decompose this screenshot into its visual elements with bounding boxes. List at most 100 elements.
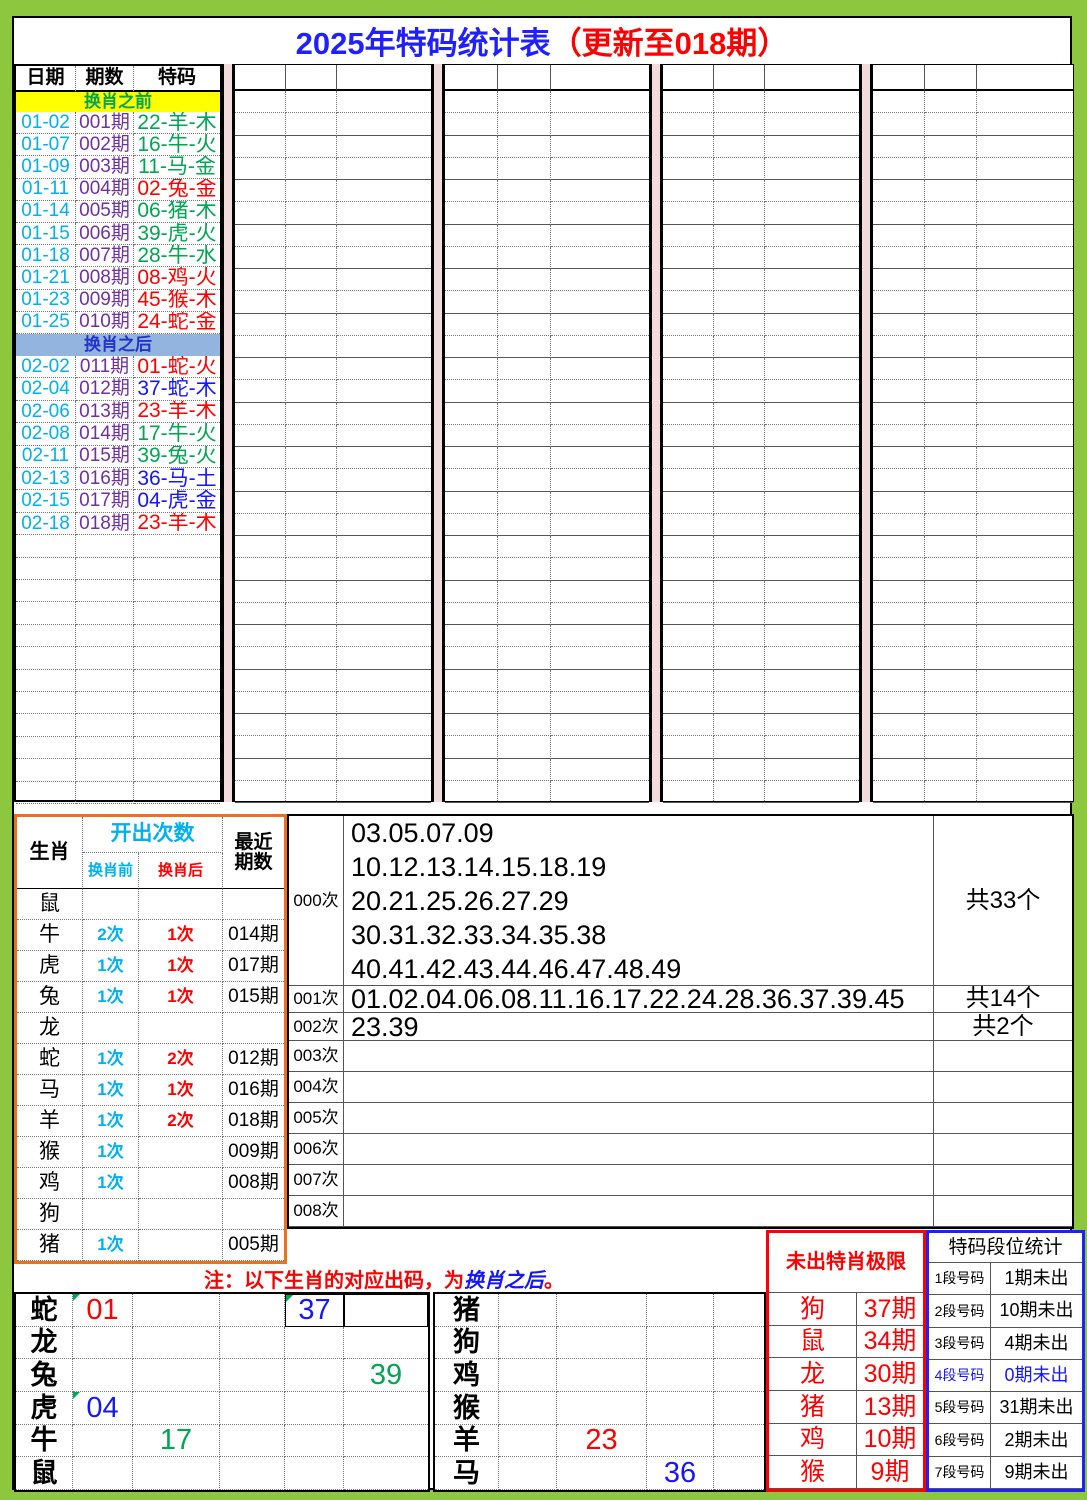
- code-value-cell: [73, 1359, 133, 1392]
- limit-periods-cell: 30期: [857, 1358, 923, 1391]
- code-value-cell: [557, 1294, 647, 1327]
- empty-grid-cell: [977, 736, 1073, 759]
- empty-grid-cell: [714, 380, 765, 403]
- empty-grid-cell: [663, 424, 714, 447]
- empty-date-cell: [16, 535, 76, 558]
- empty-grid-cell: [925, 491, 977, 514]
- empty-grid-cell: [551, 269, 649, 292]
- segment-label-cell: 5段号码: [929, 1392, 991, 1425]
- total-cell: [934, 1196, 1072, 1227]
- empty-header-cell: [925, 65, 977, 91]
- empty-grid-cell: [235, 758, 286, 781]
- empty-grid-cell: [286, 647, 337, 670]
- empty-grid-cell: [925, 91, 977, 114]
- after-count-cell: [139, 1230, 223, 1261]
- period-cell: 011期: [76, 356, 134, 379]
- numbers-cell: [344, 1072, 934, 1103]
- empty-grid-cell: [925, 736, 977, 759]
- empty-date-cell: [16, 759, 76, 782]
- limit-zodiac-cell: 狗: [769, 1293, 857, 1326]
- zodiac-cell: 虎: [17, 951, 83, 982]
- empty-grid-cell: [235, 691, 286, 714]
- empty-grid-cell: [445, 424, 498, 447]
- segment-box-title: 特码段位统计: [929, 1233, 1082, 1263]
- empty-header-cell: [445, 65, 498, 91]
- empty-grid-cell: [445, 580, 498, 603]
- empty-grid-cell: [551, 692, 649, 714]
- zodiac-col-header: 生肖: [17, 817, 83, 889]
- empty-grid-cell: [235, 447, 286, 470]
- numbers-line: 10.12.13.14.15.18.19: [351, 851, 607, 882]
- empty-grid-cell: [445, 157, 498, 180]
- empty-grid-cell: [873, 758, 925, 781]
- after-count-cell: [139, 1199, 223, 1230]
- before-col-header: 换肖前: [83, 853, 139, 889]
- segment-label-cell: 6段号码: [929, 1424, 991, 1457]
- empty-grid-cell: [551, 314, 649, 336]
- empty-grid-cell: [663, 313, 714, 336]
- empty-grid-cell: [235, 291, 286, 314]
- empty-grid-cell: [765, 492, 859, 514]
- numbers-line: 01.02.04.06.08.11.16.17.22.24.28.36.37.3…: [351, 986, 905, 1013]
- empty-grid-cell: [337, 625, 431, 648]
- empty-grid-cell: [977, 269, 1073, 292]
- empty-grid-cell: [286, 291, 337, 314]
- special-code-cell: 23-羊-木: [134, 513, 220, 536]
- total-cell: [934, 1165, 1072, 1196]
- empty-grid-cell: [925, 647, 977, 670]
- empty-grid-cell: [765, 425, 859, 447]
- code-value-cell: [285, 1392, 344, 1425]
- limit-periods-cell: 13期: [857, 1391, 923, 1424]
- empty-grid-cell: [765, 759, 859, 781]
- empty-grid-cell: [235, 269, 286, 292]
- special-code-cell: 17-牛-火: [134, 423, 220, 446]
- empty-grid-cell: [925, 291, 977, 314]
- empty-grid-cell: [498, 691, 551, 714]
- empty-grid-cell: [663, 714, 714, 737]
- empty-grid-cell: [765, 536, 859, 559]
- empty-grid-cell: [551, 291, 649, 314]
- empty-grid-cell: [714, 736, 765, 759]
- date-cell: 02-13: [16, 468, 76, 491]
- recent-col-header: 最近 期数: [223, 817, 284, 889]
- code-value-cell: [133, 1392, 220, 1425]
- code-value-cell: [714, 1327, 764, 1360]
- date-cell: 01-07: [16, 134, 76, 157]
- empty-grid-cell: [337, 91, 431, 114]
- empty-grid-cell: [714, 758, 765, 781]
- empty-grid-cell: [551, 425, 649, 447]
- segment-value-cell: 4期未出: [991, 1328, 1082, 1360]
- before-count-cell: [83, 1013, 139, 1044]
- empty-grid-cell: [551, 225, 649, 247]
- empty-grid-cell: [337, 380, 431, 403]
- date-cell: 01-09: [16, 156, 76, 179]
- empty-grid-cell: [714, 313, 765, 336]
- empty-header-cell: [714, 65, 765, 91]
- empty-grid-cell: [235, 202, 286, 225]
- empty-grid-cell: [235, 536, 286, 559]
- empty-grid-cell: [445, 714, 498, 737]
- empty-grid-cell: [873, 424, 925, 447]
- date-cell: 02-04: [16, 378, 76, 401]
- empty-grid-cell: [498, 580, 551, 603]
- code-value-cell: [344, 1457, 428, 1490]
- empty-grid-cell: [498, 358, 551, 381]
- empty-grid-cell: [663, 335, 714, 358]
- empty-grid-cell: [714, 113, 765, 136]
- empty-grid-cell: [337, 358, 431, 381]
- before-count-cell: 1次: [83, 1137, 139, 1168]
- empty-grid-cell: [551, 647, 649, 670]
- empty-grid-cell: [551, 714, 649, 737]
- empty-grid-cell: [977, 180, 1073, 203]
- comment-marker-icon: [286, 1295, 293, 1302]
- empty-grid-cell: [551, 447, 649, 470]
- empty-grid-cell: [445, 469, 498, 492]
- comment-marker-icon: [73, 1392, 80, 1399]
- empty-grid-cell: [337, 158, 431, 180]
- empty-grid-cell: [235, 736, 286, 759]
- empty-grid-cell: [286, 669, 337, 692]
- empty-grid-cell: [663, 580, 714, 603]
- date-cell: 02-18: [16, 512, 76, 536]
- empty-grid-cell: [873, 580, 925, 603]
- note-prefix: 注：以下生肖的对应出码，为: [204, 1269, 464, 1292]
